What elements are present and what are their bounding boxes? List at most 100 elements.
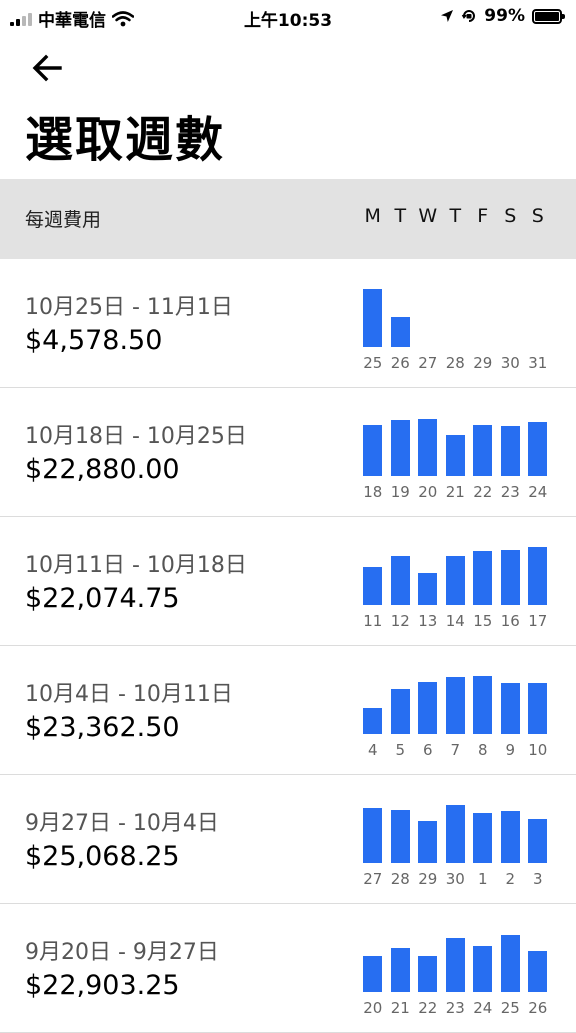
week-row[interactable]: 9月20日 - 9月27日 $22,903.25 20 21 22 23 24 25 26 xyxy=(0,904,576,1033)
day-bar xyxy=(445,556,465,605)
day-bar xyxy=(528,951,547,992)
day-bar xyxy=(363,808,382,863)
daily-bar-chart: 27 28 29 30 1 2 3 xyxy=(359,793,552,893)
date-label: 11 xyxy=(363,612,383,630)
weekday-label: W xyxy=(418,205,438,227)
week-row[interactable]: 10月4日 - 10月11日 $23,362.50 4 5 6 7 8 9 10 xyxy=(0,646,576,775)
bar-area xyxy=(359,277,552,347)
daily-bar-chart: 20 21 22 23 24 25 26 xyxy=(359,922,552,1022)
day-bar xyxy=(445,805,465,863)
date-label: 23 xyxy=(445,999,465,1017)
back-button[interactable] xyxy=(28,50,68,86)
day-bar xyxy=(473,946,492,992)
bar-slot xyxy=(497,535,525,605)
day-bar xyxy=(528,683,547,734)
bar-slot xyxy=(442,664,470,734)
bar-slot xyxy=(469,793,497,863)
day-bar xyxy=(390,420,410,476)
bar-slot xyxy=(442,793,470,863)
day-bar xyxy=(363,956,382,992)
date-label: 26 xyxy=(390,354,410,372)
weekday-label: T xyxy=(394,205,407,227)
date-label: 28 xyxy=(390,870,410,888)
day-bar xyxy=(473,551,492,605)
bar-slot xyxy=(414,406,442,476)
day-bar xyxy=(500,935,520,992)
date-label: 1 xyxy=(477,870,488,888)
date-label: 5 xyxy=(395,741,406,759)
bar-slot xyxy=(414,535,442,605)
day-bar xyxy=(363,425,382,476)
date-label: 21 xyxy=(390,999,410,1017)
date-label: 3 xyxy=(532,870,543,888)
day-bar xyxy=(390,689,410,734)
bar-slot xyxy=(497,922,525,992)
bar-slot xyxy=(524,406,552,476)
bar-slot xyxy=(524,793,552,863)
date-labels: 18 19 20 21 22 23 24 xyxy=(359,483,552,501)
date-label: 18 xyxy=(363,483,383,501)
week-row[interactable]: 10月18日 - 10月25日 $22,880.00 18 19 20 21 22 23 24 xyxy=(0,388,576,517)
location-arrow-icon xyxy=(441,10,454,22)
bar-slot xyxy=(359,277,387,347)
bar-slot xyxy=(359,406,387,476)
daily-bar-chart: 18 19 20 21 22 23 24 xyxy=(359,406,552,506)
bar-slot xyxy=(442,277,470,347)
date-label: 12 xyxy=(390,612,410,630)
day-bar xyxy=(473,425,492,476)
day-bar xyxy=(390,317,410,347)
date-label: 28 xyxy=(445,354,465,372)
day-bar xyxy=(445,938,465,992)
day-bar xyxy=(363,708,382,734)
bar-slot xyxy=(359,793,387,863)
day-bar xyxy=(363,567,382,605)
date-label: 8 xyxy=(477,741,488,759)
bar-slot xyxy=(497,793,525,863)
week-row[interactable]: 10月25日 - 11月1日 $4,578.50 25 26 27 28 29 30 31 xyxy=(0,259,576,388)
day-bar xyxy=(445,677,465,734)
week-row[interactable]: 9月27日 - 10月4日 $25,068.25 27 28 29 30 1 2 3 xyxy=(0,775,576,904)
day-bar xyxy=(418,419,437,476)
date-label: 22 xyxy=(418,999,438,1017)
weekday-label: S xyxy=(504,205,517,227)
bar-slot xyxy=(497,277,525,347)
bar-slot xyxy=(414,793,442,863)
day-bar xyxy=(500,811,520,863)
date-label: 29 xyxy=(473,354,493,372)
bar-slot xyxy=(524,664,552,734)
bar-slot xyxy=(469,664,497,734)
week-range: 10月25日 - 11月1日 xyxy=(25,295,233,320)
weekday-label: F xyxy=(477,205,489,227)
date-label: 20 xyxy=(418,483,438,501)
bar-slot xyxy=(524,277,552,347)
bar-slot xyxy=(414,922,442,992)
date-label: 10 xyxy=(528,741,548,759)
date-label: 14 xyxy=(445,612,465,630)
day-bar xyxy=(390,556,410,605)
bar-slot xyxy=(524,922,552,992)
weekly-cost-label: 每週費用 xyxy=(25,209,102,231)
date-label: 22 xyxy=(473,483,493,501)
date-label: 25 xyxy=(363,354,383,372)
date-label: 30 xyxy=(500,354,520,372)
weekday-label: M xyxy=(364,205,381,227)
date-label: 19 xyxy=(390,483,410,501)
week-list: 10月25日 - 11月1日 $4,578.50 25 26 27 28 29 30 31 10月… xyxy=(0,259,576,1033)
bar-area xyxy=(359,535,552,605)
weekday-labels: M T W T F S S xyxy=(359,205,552,227)
date-labels: 20 21 22 23 24 25 26 xyxy=(359,999,552,1017)
day-bar xyxy=(418,821,437,863)
day-bar xyxy=(500,426,520,476)
date-label: 23 xyxy=(500,483,520,501)
week-row[interactable]: 10月11日 - 10月18日 $22,074.75 11 12 13 14 15 16 17 xyxy=(0,517,576,646)
day-bar xyxy=(528,547,547,605)
date-label: 6 xyxy=(422,741,433,759)
day-bar xyxy=(363,289,382,347)
day-bar xyxy=(473,813,492,863)
week-range: 10月4日 - 10月11日 xyxy=(25,682,233,707)
bar-slot xyxy=(469,922,497,992)
bar-slot xyxy=(414,664,442,734)
week-range: 10月11日 - 10月18日 xyxy=(25,553,247,578)
date-label: 13 xyxy=(418,612,438,630)
bar-slot xyxy=(442,535,470,605)
